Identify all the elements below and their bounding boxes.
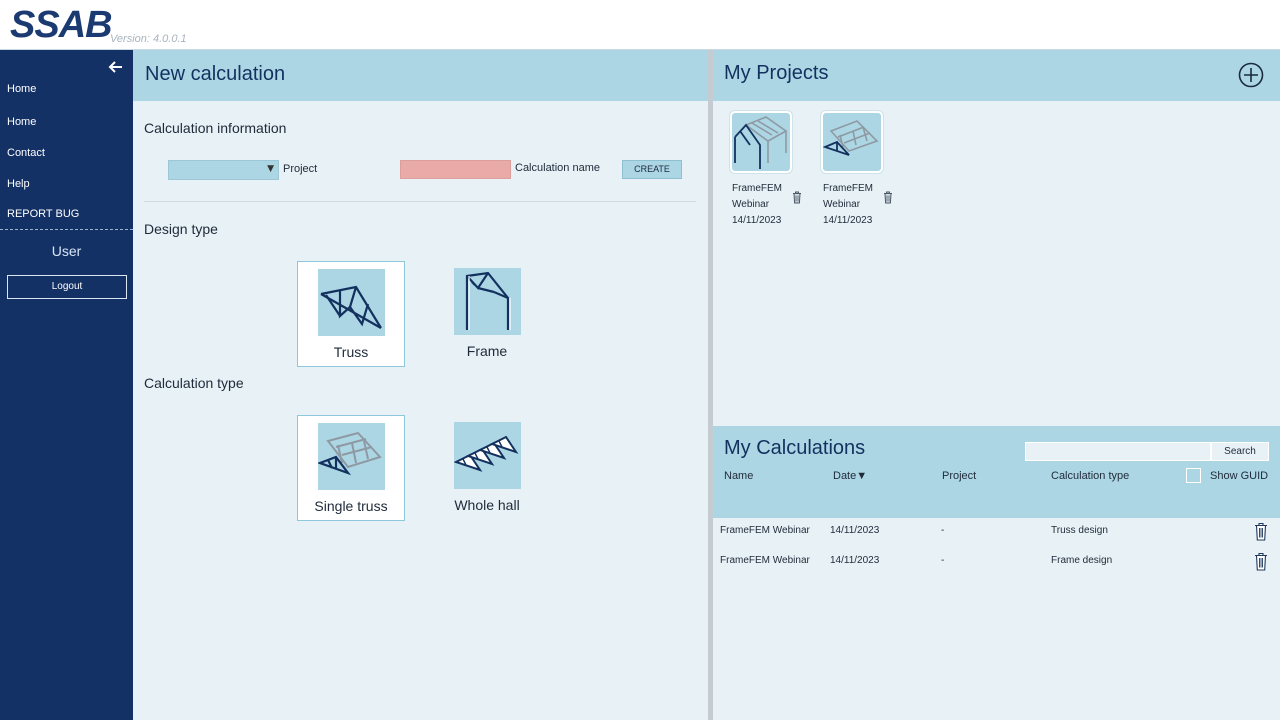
calculation-type-single-truss-tile[interactable]: Single truss xyxy=(297,415,405,521)
row-name: FrameFEM Webinar xyxy=(720,555,810,566)
show-guid-label: Show GUID xyxy=(1210,470,1269,482)
row-project: - xyxy=(941,525,945,536)
trash-icon[interactable] xyxy=(1254,522,1268,541)
column-header-name[interactable]: Name xyxy=(724,470,753,482)
frame-label: Frame xyxy=(466,343,508,359)
truss-label: Truss xyxy=(333,344,369,360)
create-button[interactable]: CREATE xyxy=(622,160,682,179)
sidebar-item-help[interactable]: Help xyxy=(7,178,30,190)
design-type-frame-tile[interactable]: Frame xyxy=(434,261,542,367)
add-project-icon[interactable] xyxy=(1238,62,1264,88)
search-button[interactable]: Search xyxy=(1211,442,1269,461)
page-title: New calculation xyxy=(145,63,286,85)
design-type-truss-tile[interactable]: Truss xyxy=(297,261,405,367)
logout-button[interactable]: Logout xyxy=(7,275,127,299)
row-project: - xyxy=(941,555,945,566)
calculation-name-label: Calculation name xyxy=(515,162,600,174)
column-header-project[interactable]: Project xyxy=(942,470,976,482)
my-projects-header: My Projects xyxy=(713,50,1280,101)
section-divider xyxy=(144,201,696,202)
sidebar: Home Home Contact Help REPORT BUG User L… xyxy=(0,50,133,720)
project-date: 14/11/2023 xyxy=(732,215,782,226)
my-projects-title: My Projects xyxy=(724,62,829,84)
my-calculations-title: My Calculations xyxy=(724,437,866,459)
sidebar-item-home-2[interactable]: Home xyxy=(7,116,36,128)
truss-thumbnail-icon xyxy=(821,111,883,173)
sidebar-item-contact[interactable]: Contact xyxy=(7,147,45,159)
column-header-calculation-type[interactable]: Calculation type xyxy=(1051,470,1129,482)
design-type-heading: Design type xyxy=(144,221,218,237)
trash-icon[interactable] xyxy=(883,191,893,204)
calculation-type-whole-hall-tile[interactable]: Whole hall xyxy=(434,415,542,521)
row-calculation-type: Frame design xyxy=(1051,555,1113,566)
project-name-line2: Webinar xyxy=(823,199,861,210)
whole-hall-icon xyxy=(453,422,521,489)
row-date: 14/11/2023 xyxy=(830,525,880,536)
row-date: 14/11/2023 xyxy=(830,555,880,566)
collapse-sidebar-icon[interactable] xyxy=(108,60,124,74)
frame-icon xyxy=(454,268,521,335)
new-calculation-header: New calculation xyxy=(133,50,708,101)
my-calculations-header: My Calculations Search Name Date▼ Projec… xyxy=(713,426,1280,518)
row-calculation-type: Truss design xyxy=(1051,525,1108,536)
user-label: User xyxy=(51,243,82,259)
calculation-type-heading: Calculation type xyxy=(144,375,244,391)
version-label: Version: 4.0.0.1 xyxy=(110,33,187,45)
single-truss-icon xyxy=(316,423,385,490)
chevron-down-icon: ▼ xyxy=(267,164,274,174)
hall-thumbnail-icon xyxy=(730,111,792,173)
search-input[interactable] xyxy=(1025,442,1211,461)
calculation-information-heading: Calculation information xyxy=(144,120,287,136)
calculation-name-input[interactable] xyxy=(400,160,511,179)
project-name-line1: FrameFEM xyxy=(823,183,873,194)
project-text: FrameFEM Webinar 14/11/2023 xyxy=(732,181,782,229)
top-bar: SSAB Version: 4.0.0.1 xyxy=(0,0,1280,50)
column-header-date[interactable]: Date▼ xyxy=(833,470,867,482)
whole-hall-label: Whole hall xyxy=(454,497,520,513)
truss-icon xyxy=(318,269,385,336)
project-select[interactable]: ▼ xyxy=(168,160,279,180)
project-date: 14/11/2023 xyxy=(823,215,873,226)
project-label: Project xyxy=(283,163,318,175)
sidebar-item-home[interactable]: Home xyxy=(7,83,36,95)
project-name-line1: FrameFEM xyxy=(732,183,782,194)
row-name: FrameFEM Webinar xyxy=(720,525,810,536)
sidebar-item-report-bug[interactable]: REPORT BUG xyxy=(7,208,79,220)
ssab-logo: SSAB xyxy=(10,4,113,46)
sidebar-divider xyxy=(0,229,133,230)
show-guid-checkbox[interactable] xyxy=(1186,468,1201,483)
trash-icon[interactable] xyxy=(792,191,802,204)
project-name-line2: Webinar xyxy=(732,199,770,210)
project-text: FrameFEM Webinar 14/11/2023 xyxy=(823,181,873,229)
new-calculation-panel: New calculation Calculation information … xyxy=(133,50,708,720)
table-row[interactable]: FrameFEM Webinar 14/11/2023 - Truss desi… xyxy=(713,517,1280,547)
table-row[interactable]: FrameFEM Webinar 14/11/2023 - Frame desi… xyxy=(713,547,1280,577)
projects-panel: My Projects FrameFEM Webinar 14/11/2023 … xyxy=(713,50,1280,720)
trash-icon[interactable] xyxy=(1254,552,1268,571)
single-truss-label: Single truss xyxy=(314,498,388,514)
